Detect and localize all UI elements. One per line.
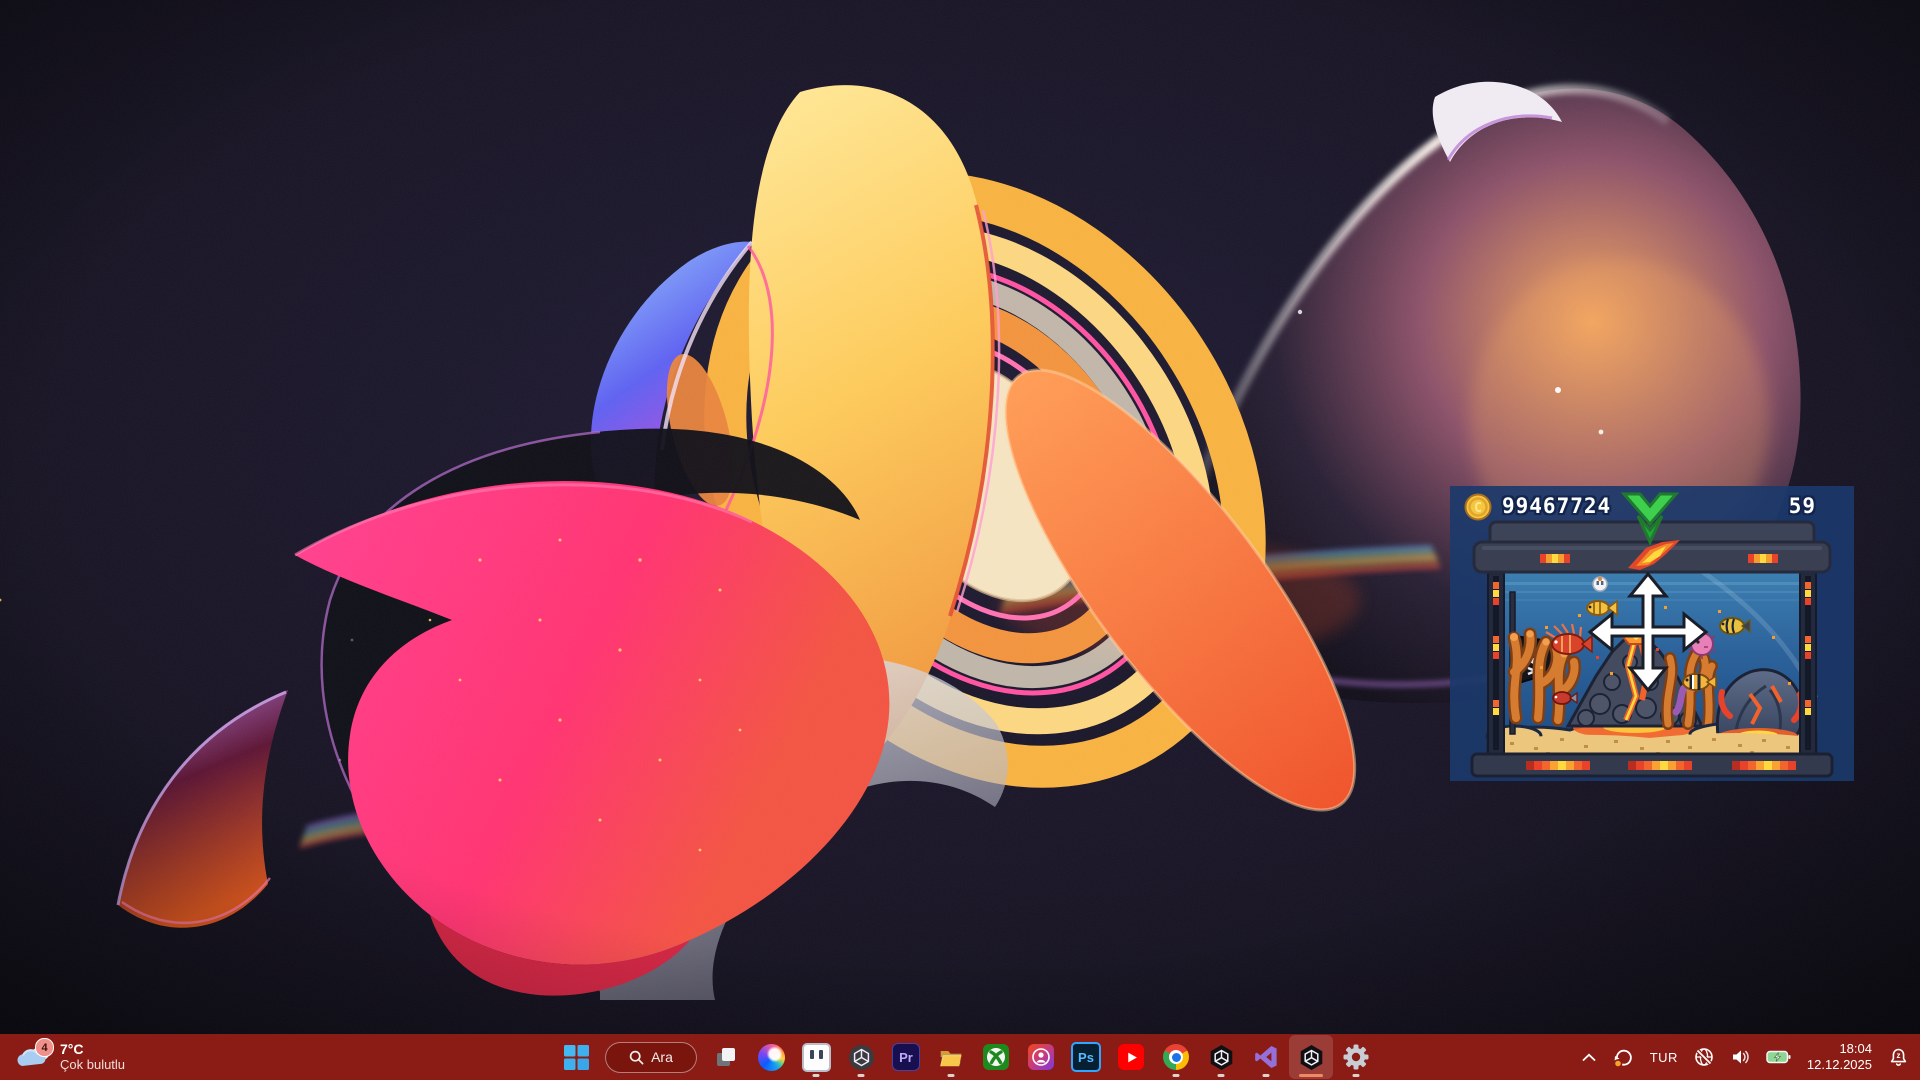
tray-notifications[interactable]: z [1881, 1037, 1916, 1077]
start-button[interactable] [554, 1035, 598, 1079]
taskbar-app-premiere[interactable]: Pr [884, 1035, 928, 1079]
task-view-button[interactable] [704, 1035, 748, 1079]
visual-studio-icon [1255, 1045, 1277, 1069]
file-explorer-icon [940, 1051, 962, 1067]
pixel-game-icon [801, 1042, 831, 1072]
search-label: Ara [651, 1049, 673, 1065]
windows-logo-icon [563, 1044, 589, 1070]
profile-app-icon [1028, 1044, 1054, 1070]
search-icon [629, 1050, 644, 1064]
taskbar-app-unity-hub[interactable] [839, 1035, 883, 1079]
unity-hub-icon [848, 1044, 874, 1070]
cloud-icon: 4 [16, 1038, 54, 1073]
photoshop-icon: Ps [1071, 1042, 1101, 1072]
copilot-button[interactable] [749, 1035, 793, 1079]
task-view-icon [717, 1048, 735, 1066]
coin-icon: C [1464, 493, 1492, 521]
chevron-up-icon [1582, 1053, 1596, 1061]
taskbar-app-chrome[interactable] [1154, 1035, 1198, 1079]
taskbar-app-pixel-game[interactable] [794, 1035, 838, 1079]
chrome-icon [1163, 1044, 1189, 1070]
weather-condition: Çok bulutlu [60, 1057, 126, 1072]
aquarium-widget[interactable]: C 99467724 59 [1450, 486, 1854, 781]
tank-base [1470, 752, 1834, 778]
taskbar-app-unity-editor-active[interactable] [1289, 1035, 1333, 1079]
taskbar: 4 7°C Çok bulutlu Ara Pr Ps TUR 18:04 12… [0, 1034, 1920, 1080]
weather-widget[interactable]: 4 7°C Çok bulutlu [8, 1034, 133, 1080]
taskbar-app-unity-editor[interactable] [1199, 1035, 1243, 1079]
battery-charging-icon [1766, 1050, 1791, 1064]
tray-volume[interactable] [1723, 1037, 1757, 1077]
unity-icon [1210, 1044, 1232, 1070]
premiere-icon: Pr [892, 1043, 920, 1071]
taskbar-app-xbox[interactable] [974, 1035, 1018, 1079]
taskbar-center: Ara Pr Ps [554, 1034, 1378, 1080]
taskbar-app-youtube[interactable] [1109, 1035, 1153, 1079]
sync-icon [1613, 1049, 1632, 1068]
tray-network[interactable] [1687, 1037, 1721, 1077]
tray-sync-status[interactable] [1605, 1037, 1641, 1077]
unity-icon [1300, 1044, 1322, 1070]
xbox-icon [983, 1044, 1009, 1070]
clock-date: 12.12.2025 [1806, 1057, 1872, 1072]
tray-language[interactable]: TUR [1643, 1037, 1685, 1077]
speaker-icon [1732, 1050, 1749, 1064]
aquarium-header: C 99467724 59 [1450, 486, 1854, 546]
youtube-icon [1118, 1044, 1144, 1070]
tray-clock[interactable]: 18:04 12.12.2025 [1800, 1037, 1879, 1077]
bell-dnd-icon: z [1890, 1048, 1907, 1066]
weather-temperature: 7°C [60, 1041, 84, 1057]
clock-time: 18:04 [1839, 1041, 1872, 1056]
svg-text:C: C [1474, 501, 1482, 516]
svg-text:z: z [1897, 1051, 1901, 1060]
collapse-chevron-icon[interactable] [1618, 490, 1682, 546]
taskbar-app-visual-studio[interactable] [1244, 1035, 1288, 1079]
taskbar-app-profile[interactable] [1019, 1035, 1063, 1079]
system-tray: TUR 18:04 12.12.2025 z [1575, 1034, 1916, 1080]
taskbar-app-photoshop[interactable]: Ps [1064, 1035, 1108, 1079]
taskbar-settings[interactable] [1334, 1035, 1378, 1079]
level-value: 59 [1788, 494, 1816, 518]
gear-icon [1343, 1044, 1369, 1070]
globe-no-internet-icon [1695, 1048, 1713, 1066]
tray-battery[interactable] [1759, 1037, 1798, 1077]
tray-hidden-icons-chevron[interactable] [1575, 1037, 1603, 1077]
copilot-icon [757, 1043, 785, 1071]
taskbar-app-file-explorer[interactable] [929, 1035, 973, 1079]
coin-count: 99467724 [1502, 494, 1612, 518]
search-box[interactable]: Ara [605, 1041, 697, 1073]
weather-badge: 4 [35, 1038, 54, 1057]
creature-ghost [1592, 576, 1608, 592]
